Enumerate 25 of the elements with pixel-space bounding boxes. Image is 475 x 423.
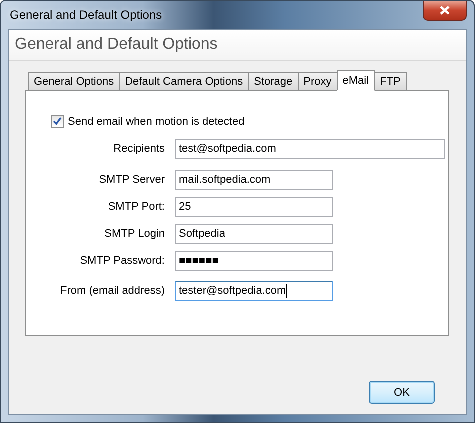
field-label: SMTP Port:: [107, 201, 165, 213]
ok-button[interactable]: OK: [369, 381, 435, 404]
field-label: From (email address): [59, 285, 165, 297]
tab[interactable]: Default Camera Options: [119, 72, 250, 90]
window-title: General and Default Options: [9, 8, 162, 22]
header-title: General and Default Options: [15, 36, 218, 54]
input-field[interactable]: ■■■■■■: [175, 251, 333, 271]
input-field[interactable]: 25: [175, 197, 333, 217]
field-label: Recipients: [112, 143, 165, 155]
field-label: SMTP Password:: [79, 255, 165, 267]
field-label: SMTP Login: [104, 228, 165, 240]
checkbox-label: Send email when motion is detected: [68, 116, 245, 128]
close-button[interactable]: [423, 1, 467, 21]
close-icon: [440, 6, 450, 15]
tab[interactable]: Storage: [248, 72, 299, 90]
tab[interactable]: Proxy: [298, 72, 338, 90]
checkbox[interactable]: [51, 115, 64, 128]
input-field[interactable]: mail.softpedia.com: [175, 170, 333, 190]
field-label: SMTP Server: [98, 174, 165, 186]
tab[interactable]: eMail: [336, 70, 376, 91]
input-field[interactable]: Softpedia: [175, 224, 333, 244]
tab[interactable]: General Options: [28, 72, 120, 90]
input-field[interactable]: test@softpedia.com: [175, 139, 445, 159]
tab[interactable]: FTP: [374, 72, 407, 90]
input-field[interactable]: tester@softpedia.com: [175, 281, 333, 301]
